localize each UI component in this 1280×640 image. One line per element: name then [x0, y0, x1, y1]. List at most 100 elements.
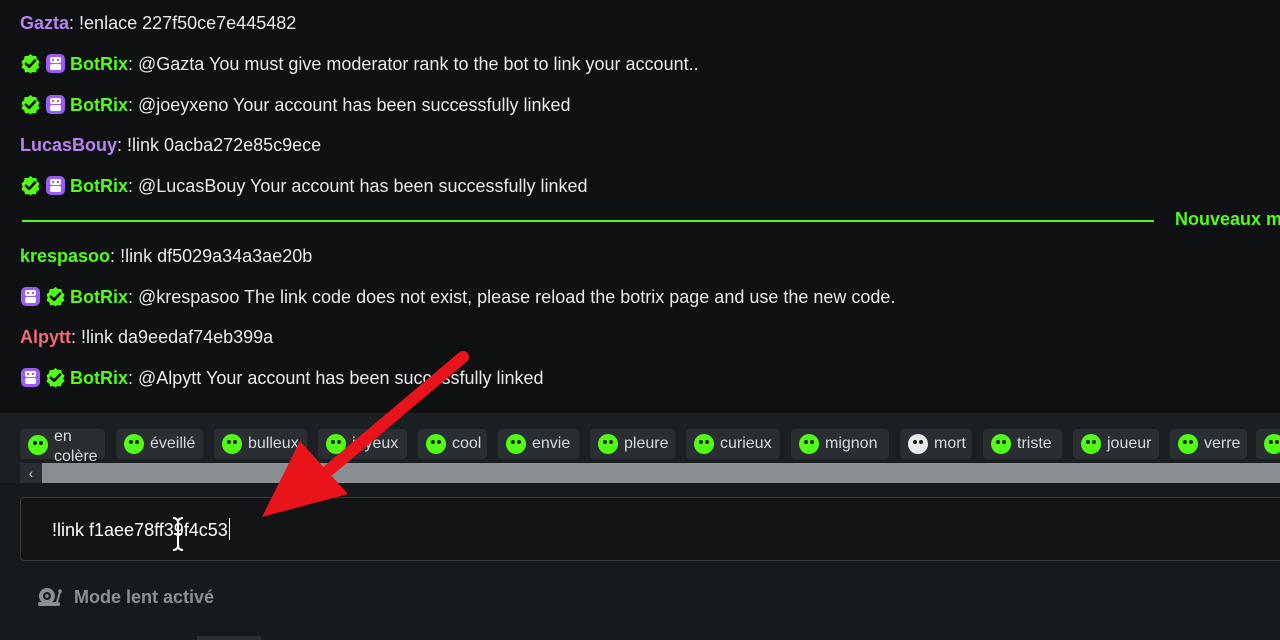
new-messages-divider [22, 220, 1154, 222]
awake-emote-icon [124, 434, 144, 454]
verified-icon[interactable] [45, 286, 66, 307]
chat-separator: : [128, 95, 139, 115]
emote-chip[interactable]: bulleux [214, 429, 307, 459]
emote-chip[interactable]: mignon [791, 429, 889, 459]
chat-message: BotRix: @krespasoo The link code does no… [20, 285, 895, 309]
emote-label: mignon [825, 435, 878, 452]
verified-icon[interactable] [20, 53, 41, 74]
new-messages-label: Nouveaux m [1175, 209, 1280, 229]
chat-separator: : [71, 327, 82, 347]
text-cursor-icon [172, 517, 184, 551]
chat-input[interactable]: !link f1aee78ff39f4c53 [20, 497, 1280, 561]
bot-icon[interactable] [45, 175, 66, 196]
slow-mode-label: Mode lent activé [74, 586, 215, 607]
happy-emote-icon [326, 434, 346, 454]
chat-text: @Alpytt Your account has been successful… [138, 368, 544, 388]
emote-chip[interactable]: mort [900, 429, 972, 459]
chat-message: BotRix: @Gazta You must give moderator r… [20, 52, 699, 76]
emote-label: éveillé [150, 435, 196, 452]
emote-scrollbar[interactable]: ‹ [20, 463, 1280, 483]
snail-icon [38, 588, 62, 606]
emote-label: joyeux [352, 435, 399, 452]
chat-username[interactable]: Alpytt [20, 327, 71, 347]
chat-text: @joeyxeno Your account has been successf… [138, 95, 571, 115]
chat-separator: : [117, 135, 128, 155]
cute-emote-icon [799, 434, 819, 454]
emote-chip[interactable]: triste [983, 429, 1062, 459]
chat-separator: : [128, 287, 139, 307]
chat-message: Gazta: !enlace 227f50ce7e445482 [20, 11, 296, 35]
chat-text: !link 0acba272e85c9ece [127, 135, 322, 155]
chat-separator: : [128, 176, 139, 196]
emote-chip[interactable]: curieux [686, 429, 780, 459]
scroll-left-button[interactable]: ‹ [20, 463, 42, 483]
bot-icon[interactable] [45, 53, 66, 74]
dead-emote-icon [908, 434, 928, 454]
glass-emote-icon [1178, 434, 1198, 454]
emote-label: verre [1204, 435, 1241, 452]
emote-chip[interactable]: éveillé [116, 429, 203, 459]
gamer-emote-icon [1081, 434, 1101, 454]
emote-chip[interactable]: cool [418, 429, 487, 459]
emote-label: en colère [54, 427, 98, 467]
bubbly-emote-icon [222, 434, 242, 454]
chat-username[interactable]: BotRix [70, 287, 128, 307]
chat-separator: : [128, 368, 139, 388]
bot-icon[interactable] [20, 367, 41, 388]
crying-emote-icon [598, 434, 618, 454]
chat-message: LucasBouy: !link 0acba272e85c9ece [20, 133, 321, 157]
emote-chip[interactable]: joueur [1073, 429, 1159, 459]
chat-username[interactable]: LucasBouy [20, 135, 117, 155]
chat-text: @LucasBouy Your account has been success… [138, 176, 588, 196]
envy-emote-icon [506, 434, 526, 454]
chat-message: krespasoo: !link df5029a34a3ae20b [20, 244, 312, 268]
emote-chip[interactable]: pleure [590, 429, 675, 459]
scrollbar-thumb[interactable] [42, 463, 1280, 483]
bot-icon[interactable] [45, 94, 66, 115]
curious-emote-icon [694, 434, 714, 454]
text-caret [228, 518, 230, 540]
chat-message: BotRix: @joeyxeno Your account has been … [20, 93, 571, 117]
emote-label-line: en [54, 428, 72, 445]
chat-username[interactable]: BotRix [70, 176, 128, 196]
chat-username[interactable]: Gazta [20, 13, 69, 33]
emote-label: pleure [624, 435, 669, 452]
chat-separator: : [69, 13, 80, 33]
chat-panel: Gazta: !enlace 227f50ce7e445482 BotRix: … [0, 0, 1280, 413]
bot-icon[interactable] [20, 286, 41, 307]
tab-indicator [197, 636, 261, 640]
chat-username[interactable]: krespasoo [20, 246, 110, 266]
verified-icon[interactable] [45, 367, 66, 388]
chat-text: !link da9eedaf74eb399a [81, 327, 274, 347]
emote-label: bulleux [248, 435, 299, 452]
verified-icon[interactable] [20, 94, 41, 115]
emote-label: envie [532, 435, 571, 452]
chat-message: BotRix: @Alpytt Your account has been su… [20, 366, 544, 390]
chat-username[interactable]: BotRix [70, 54, 128, 74]
chat-input-text: !link f1aee78ff39f4c53 [52, 518, 230, 540]
emote-icon [1264, 434, 1280, 454]
chat-username[interactable]: BotRix [70, 368, 128, 388]
chat-input-area: !link f1aee78ff39f4c53 Mode lent activé [0, 483, 1280, 640]
emote-chip[interactable]: en colère [20, 428, 105, 465]
emote-label: mort [934, 435, 966, 452]
chat-separator: : [128, 54, 139, 74]
chat-text: @krespasoo The link code does not exist,… [138, 287, 896, 307]
chat-username[interactable]: BotRix [70, 95, 128, 115]
angry-emote-icon [28, 435, 48, 455]
chat-message: Alpytt: !link da9eedaf74eb399a [20, 325, 273, 349]
chat-message: BotRix: @LucasBouy Your account has been… [20, 174, 588, 198]
chat-text: @Gazta You must give moderator rank to t… [138, 54, 699, 74]
chat-separator: : [110, 246, 121, 266]
verified-icon[interactable] [20, 175, 41, 196]
emote-chip[interactable] [1256, 429, 1280, 459]
chat-text: !enlace 227f50ce7e445482 [79, 13, 297, 33]
emote-label: joueur [1107, 435, 1152, 452]
sad-emote-icon [991, 434, 1011, 454]
emote-chip[interactable]: envie [498, 429, 579, 459]
emote-chip[interactable]: joyeux [318, 429, 407, 459]
emote-label: triste [1017, 435, 1052, 452]
chat-text: !link df5029a34a3ae20b [120, 246, 313, 266]
emote-label: cool [452, 435, 482, 452]
emote-chip[interactable]: verre [1170, 429, 1247, 459]
